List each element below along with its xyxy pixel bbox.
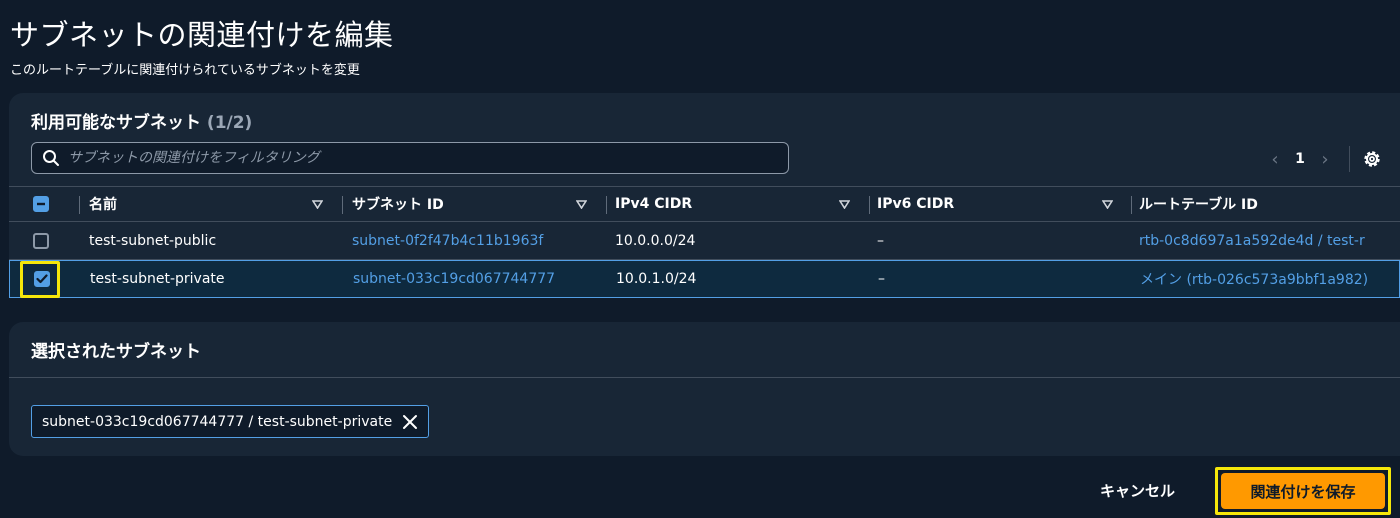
previous-page-icon[interactable]: ‹ — [1261, 149, 1289, 170]
selected-subnet-token: subnet-033c19cd067744777 / test-subnet-p… — [31, 405, 430, 438]
subnet-id-link[interactable]: subnet-0f2f47b4c11b1963f — [352, 222, 592, 259]
subnet-id-link[interactable]: subnet-033c19cd067744777 — [353, 261, 593, 297]
select-all-checkbox[interactable] — [33, 196, 49, 212]
sort-icon[interactable] — [312, 187, 323, 221]
pagination: ‹ 1 › — [1261, 146, 1382, 172]
ipv4-cidr: 10.0.1.0/24 — [616, 271, 697, 287]
available-subnets-panel: 利用可能なサブネット (1/2) ‹ 1 › 名前 — [9, 93, 1400, 298]
ipv4-cidr: 10.0.0.0/24 — [615, 232, 696, 249]
route-table-link[interactable]: rtb-0c8d697a1a592de4d / test-r — [1139, 222, 1400, 259]
sort-icon[interactable] — [576, 187, 587, 221]
column-divider — [606, 196, 607, 214]
available-subnets-title: 利用可能なサブネット — [31, 113, 201, 133]
column-header-subnet-id[interactable]: サブネット ID — [352, 187, 592, 221]
column-divider — [869, 196, 870, 214]
subnet-name: test-subnet-private — [90, 271, 225, 287]
selected-subnet-token-label: subnet-033c19cd067744777 / test-subnet-p… — [42, 413, 393, 430]
panel-divider — [9, 377, 1400, 378]
sort-icon[interactable] — [1102, 187, 1113, 221]
gear-icon[interactable] — [1362, 149, 1382, 169]
pagination-divider — [1349, 146, 1350, 172]
ipv6-cidr: – — [877, 232, 884, 249]
available-subnets-heading: 利用可能なサブネット (1/2) — [31, 108, 252, 133]
checkbox-highlight — [20, 261, 60, 298]
selection-count: (1/2) — [206, 113, 253, 133]
page-title: サブネットの関連付けを編集 — [10, 18, 394, 52]
column-divider — [1131, 196, 1132, 214]
close-icon[interactable] — [402, 414, 418, 430]
column-divider — [79, 196, 80, 214]
subnet-name: test-subnet-public — [89, 232, 217, 249]
selected-subnets-panel: 選択されたサブネット subnet-033c19cd067744777 / te… — [9, 322, 1400, 456]
table-header: 名前 サブネット ID IPv4 CIDR IPv6 CIDR ルートテーブル … — [9, 186, 1400, 222]
row-checkbox[interactable] — [33, 232, 49, 249]
table-row[interactable]: test-subnet-public subnet-0f2f47b4c11b19… — [9, 222, 1400, 260]
cancel-button[interactable]: キャンセル — [1100, 480, 1175, 501]
page-subtitle: このルートテーブルに関連付けられているサブネットを変更 — [10, 63, 360, 78]
subnet-filter-input[interactable] — [68, 150, 788, 166]
route-table-link[interactable]: メイン (rtb-026c573a9bbf1a982) — [1140, 261, 1400, 297]
sort-icon[interactable] — [839, 187, 850, 221]
subnets-table: 名前 サブネット ID IPv4 CIDR IPv6 CIDR ルートテーブル … — [9, 186, 1400, 298]
column-header-route-table-id[interactable]: ルートテーブル ID — [1139, 187, 1400, 221]
page-number-button[interactable]: 1 — [1289, 151, 1311, 167]
search-icon — [43, 150, 59, 166]
row-select-cell — [31, 222, 51, 259]
table-row-selected[interactable]: test-subnet-private subnet-033c19cd06774… — [9, 260, 1400, 298]
select-all-cell — [31, 187, 51, 221]
column-header-ipv4-cidr[interactable]: IPv4 CIDR — [615, 187, 845, 221]
selected-subnets-title: 選択されたサブネット — [31, 342, 201, 362]
column-header-ipv6-cidr[interactable]: IPv6 CIDR — [877, 187, 1102, 221]
ipv6-cidr: – — [878, 271, 885, 287]
indeterminate-icon — [37, 202, 45, 206]
column-header-name[interactable]: 名前 — [89, 187, 314, 221]
subnet-filter-field[interactable] — [31, 142, 789, 174]
column-divider — [342, 196, 343, 214]
next-page-icon[interactable]: › — [1311, 149, 1339, 170]
save-associations-button[interactable]: 関連付けを保存 — [1221, 473, 1385, 509]
